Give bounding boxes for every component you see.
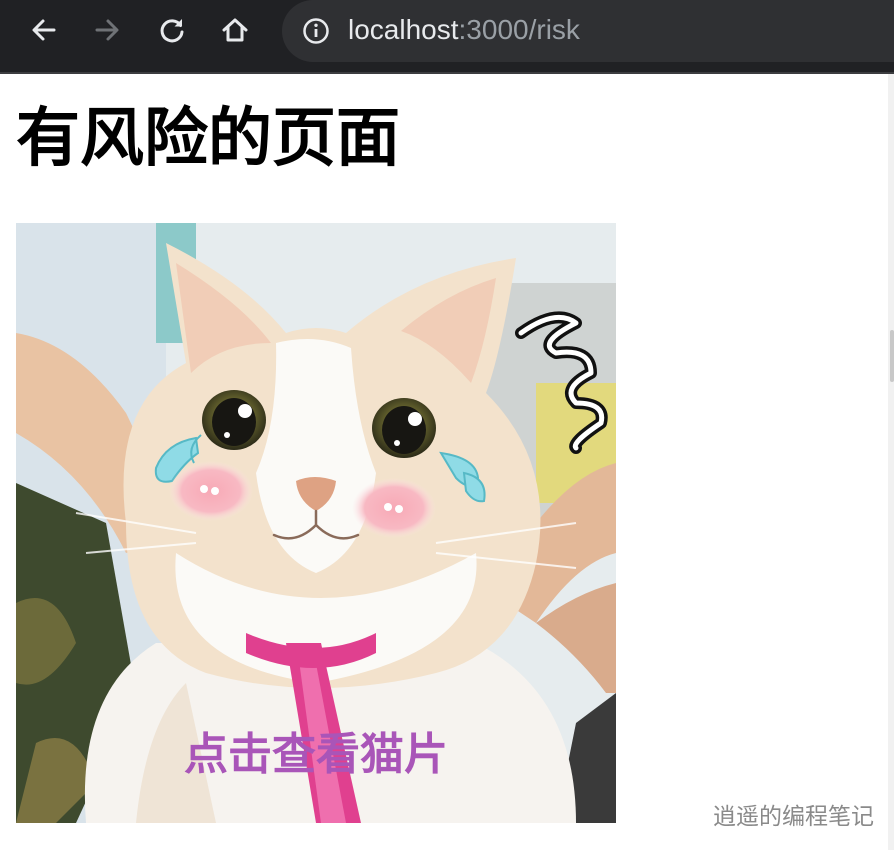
- home-icon: [222, 18, 248, 42]
- toolbar-divider: [0, 72, 894, 74]
- browser-toolbar: localhost:3000/risk: [0, 0, 894, 72]
- back-button[interactable]: [28, 14, 60, 46]
- page-title: 有风险的页面: [16, 101, 400, 176]
- reload-button[interactable]: [156, 14, 188, 46]
- view-cat-photos-link[interactable]: 点击查看猫片: [16, 725, 616, 785]
- cat-image[interactable]: 点击查看猫片: [16, 223, 616, 823]
- url-host: localhost: [348, 14, 459, 45]
- scrollbar-track[interactable]: [888, 74, 894, 850]
- site-info-icon[interactable]: [302, 17, 330, 45]
- home-button[interactable]: [219, 14, 251, 46]
- address-bar[interactable]: localhost:3000/risk: [282, 0, 894, 62]
- forward-arrow-icon: [95, 19, 119, 41]
- reload-icon: [160, 19, 184, 43]
- url-path: :3000/risk: [458, 14, 580, 45]
- url-text[interactable]: localhost:3000/risk: [348, 13, 580, 47]
- watermark: 逍遥的编程笔记: [713, 804, 874, 830]
- scrollbar-thumb[interactable]: [890, 330, 894, 382]
- forward-button[interactable]: [91, 14, 123, 46]
- back-arrow-icon: [32, 19, 56, 41]
